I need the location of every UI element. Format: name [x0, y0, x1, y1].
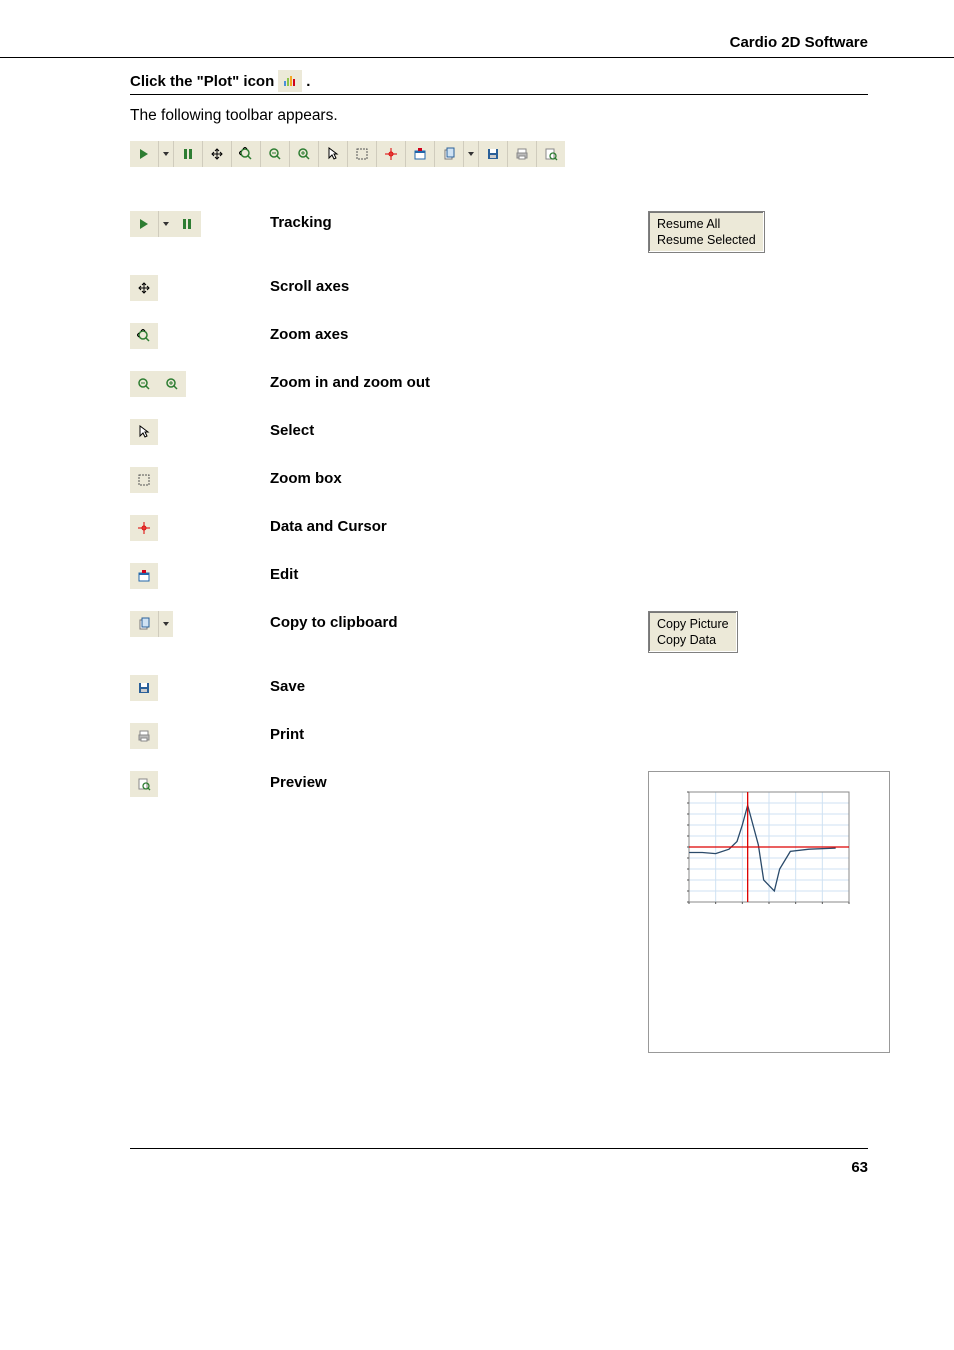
copy-button[interactable] — [435, 141, 464, 167]
row-preview: Preview — [130, 771, 868, 1058]
page-footer: 63 — [130, 1148, 868, 1206]
edit-button[interactable] — [406, 141, 435, 167]
zoom-box-icon — [130, 467, 158, 493]
preview-icon — [130, 771, 158, 797]
zoom-out-icon — [130, 371, 158, 397]
zoom-out-button[interactable] — [261, 141, 290, 167]
pause-button[interactable] — [174, 141, 203, 167]
instruction-click: Click the "Plot" icon . — [130, 70, 868, 95]
print-button[interactable] — [508, 141, 537, 167]
row-zoom-inout: Zoom in and zoom out — [130, 371, 868, 397]
zoom-box-button[interactable] — [348, 141, 377, 167]
row-edit: Edit — [130, 563, 868, 589]
plot-icon — [278, 70, 302, 92]
pause-icon — [173, 211, 201, 237]
page: Cardio 2D Software Click the "Plot" icon… — [0, 0, 954, 1206]
zoom-axes-label: Zoom axes — [270, 323, 648, 343]
save-icon — [130, 675, 158, 701]
data-cursor-button[interactable] — [377, 141, 406, 167]
menu-item-resume-all[interactable]: Resume All — [655, 216, 758, 232]
instruction-sub: The following toolbar appears. — [130, 107, 868, 125]
row-zoom-box: Zoom box — [130, 467, 868, 493]
content: Click the "Plot" icon . The following to… — [0, 58, 954, 1058]
save-label: Save — [270, 675, 648, 695]
copy-icon — [130, 611, 159, 637]
play-button[interactable] — [130, 141, 159, 167]
product-title: Cardio 2D Software — [730, 34, 868, 51]
print-label: Print — [270, 723, 648, 743]
menu-item-copy-data[interactable]: Copy Data — [655, 632, 731, 648]
toolbar-legend: Tracking Resume All Resume Selected Scro… — [130, 211, 868, 1058]
plot-toolbar — [130, 141, 565, 167]
save-button[interactable] — [479, 141, 508, 167]
select-button[interactable] — [319, 141, 348, 167]
row-save: Save — [130, 675, 868, 701]
preview-label: Preview — [270, 771, 648, 791]
menu-item-resume-selected[interactable]: Resume Selected — [655, 232, 758, 248]
row-print: Print — [130, 723, 868, 749]
edit-label: Edit — [270, 563, 648, 583]
print-icon — [130, 723, 158, 749]
zoom-in-button[interactable] — [290, 141, 319, 167]
select-icon — [130, 419, 158, 445]
row-tracking: Tracking Resume All Resume Selected — [130, 211, 868, 253]
page-number: 63 — [851, 1159, 868, 1176]
row-zoom-axes: Zoom axes — [130, 323, 868, 349]
preview-button[interactable] — [537, 141, 565, 167]
edit-icon — [130, 563, 158, 589]
scroll-axes-icon — [130, 275, 158, 301]
zoom-inout-label: Zoom in and zoom out — [270, 371, 648, 391]
dropdown-icon — [159, 211, 173, 237]
tracking-label: Tracking — [270, 211, 648, 231]
copy-menu: Copy Picture Copy Data — [648, 611, 738, 653]
zoom-axes-button[interactable] — [232, 141, 261, 167]
copy-dropdown[interactable] — [464, 141, 479, 167]
play-icon — [130, 211, 159, 237]
row-select: Select — [130, 419, 868, 445]
data-cursor-label: Data and Cursor — [270, 515, 648, 535]
scroll-axes-button[interactable] — [203, 141, 232, 167]
row-scroll-axes: Scroll axes — [130, 275, 868, 301]
copy-label: Copy to clipboard — [270, 611, 648, 631]
zoom-axes-icon — [130, 323, 158, 349]
scroll-axes-label: Scroll axes — [270, 275, 648, 295]
page-header: Cardio 2D Software — [0, 0, 954, 58]
select-label: Select — [270, 419, 648, 439]
zoom-in-icon — [158, 371, 186, 397]
play-dropdown[interactable] — [159, 141, 174, 167]
row-copy: Copy to clipboard Copy Picture Copy Data — [130, 611, 868, 653]
zoom-box-label: Zoom box — [270, 467, 648, 487]
preview-thumbnail — [648, 771, 890, 1053]
data-cursor-icon — [130, 515, 158, 541]
menu-item-copy-picture[interactable]: Copy Picture — [655, 616, 731, 632]
preview-chart — [659, 782, 859, 922]
tracking-menu: Resume All Resume Selected — [648, 211, 765, 253]
row-data-cursor: Data and Cursor — [130, 515, 868, 541]
copy-dropdown-icon — [159, 611, 173, 637]
